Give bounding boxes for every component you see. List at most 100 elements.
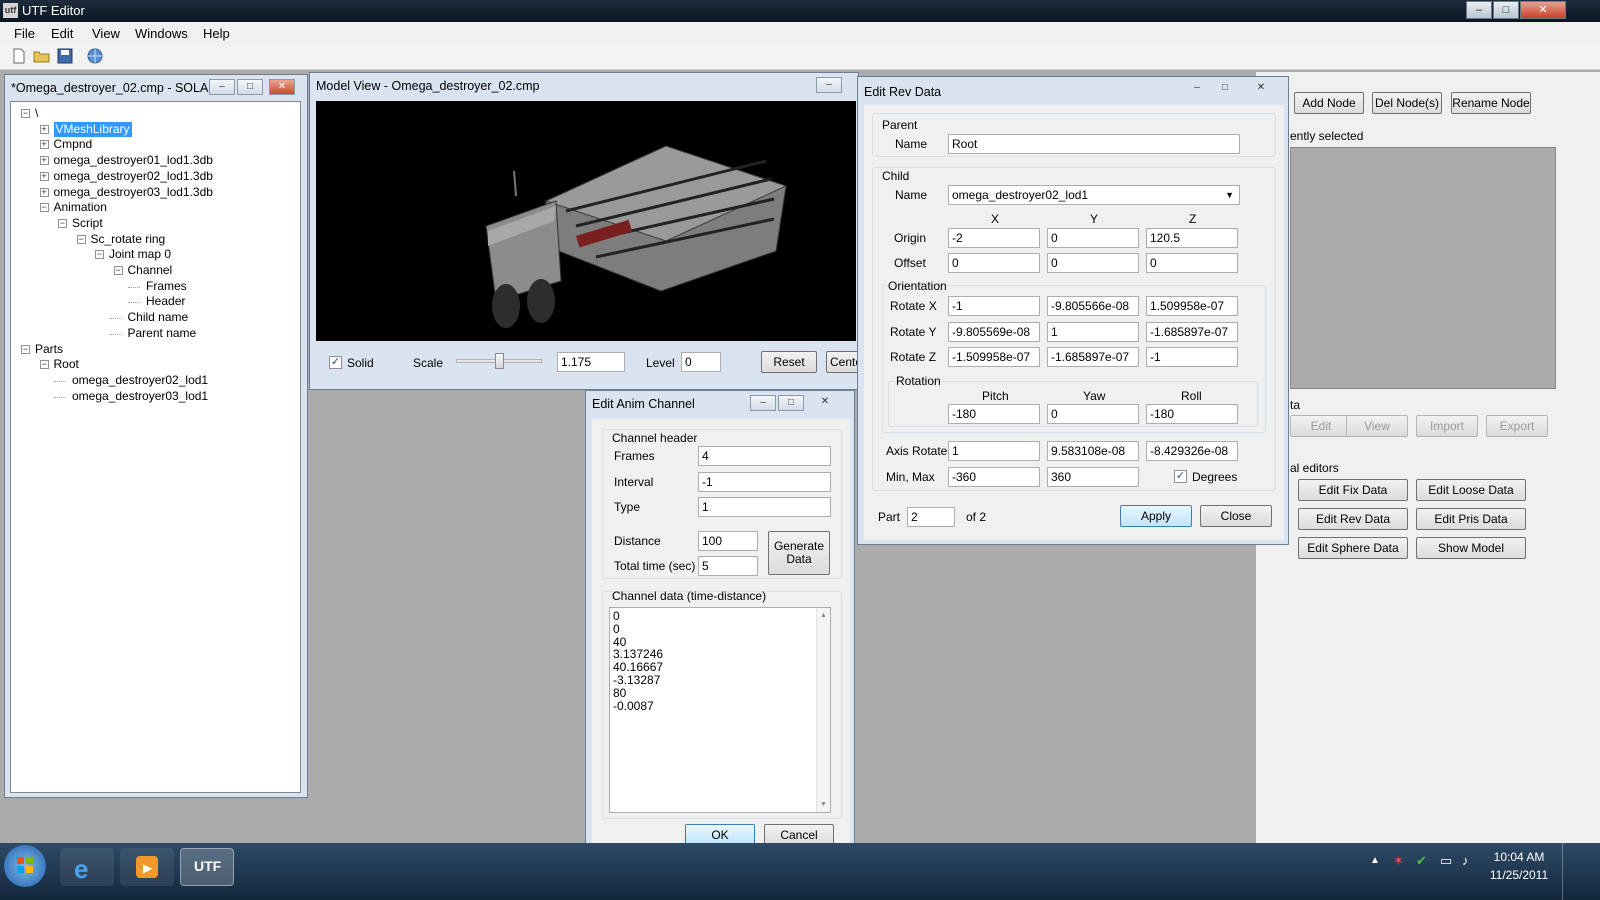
model-view-minimize-button[interactable]: –: [816, 77, 842, 93]
tree-maximize-button[interactable]: □: [237, 79, 263, 95]
utf-editor-taskbar-icon[interactable]: UTF: [180, 848, 234, 886]
rev-close-button[interactable]: ✕: [1248, 81, 1274, 97]
tree-node-label[interactable]: Channel: [128, 263, 173, 278]
anim-maximize-button[interactable]: □: [778, 395, 804, 411]
offset-x-field[interactable]: 0: [948, 253, 1040, 273]
tree-expander-icon[interactable]: −: [39, 360, 49, 370]
edit-pris-data-button[interactable]: Edit Pris Data: [1416, 508, 1526, 530]
tree-node-label[interactable]: Child name: [128, 310, 189, 325]
tree-expander-icon[interactable]: +: [39, 171, 49, 181]
maximize-button[interactable]: □: [1493, 1, 1519, 19]
menu-file[interactable]: File: [14, 26, 35, 41]
rev-close-dialog-button[interactable]: Close: [1200, 505, 1272, 527]
rotate-x-2-field[interactable]: 1.509958e-07: [1146, 296, 1238, 316]
tree-minimize-button[interactable]: –: [209, 79, 235, 95]
anim-minimize-button[interactable]: –: [750, 395, 776, 411]
tree-node-label[interactable]: Header: [146, 294, 185, 309]
tree-node-label[interactable]: Frames: [146, 279, 187, 294]
edit-sphere-data-button[interactable]: Edit Sphere Data: [1298, 537, 1408, 559]
offset-y-field[interactable]: 0: [1047, 253, 1139, 273]
yaw-field[interactable]: 0: [1047, 404, 1139, 424]
rotate-y-0-field[interactable]: -9.805569e-08: [948, 322, 1040, 342]
tree-expander-icon[interactable]: −: [76, 234, 86, 244]
tree-node-label[interactable]: Parent name: [128, 326, 197, 341]
tree-expander-icon[interactable]: −: [113, 266, 123, 275]
tree-node-label[interactable]: omega_destroyer01_lod1.3db: [54, 153, 213, 168]
clock[interactable]: 10:04 AM 11/25/2011: [1488, 850, 1550, 882]
rev-minimize-button[interactable]: –: [1184, 81, 1210, 97]
rev-maximize-button[interactable]: □: [1212, 81, 1238, 97]
import-button[interactable]: Import: [1416, 415, 1478, 437]
menu-help[interactable]: Help: [203, 26, 230, 41]
chevron-down-icon[interactable]: ▼: [1225, 188, 1234, 202]
tree-expander-icon[interactable]: −: [58, 218, 67, 228]
total-time-field[interactable]: 5: [698, 556, 758, 576]
globe-icon[interactable]: [86, 48, 104, 66]
add-node-button[interactable]: Add Node: [1294, 92, 1364, 114]
view-button[interactable]: View: [1346, 415, 1408, 437]
tree-expander-icon[interactable]: −: [21, 344, 30, 354]
origin-x-field[interactable]: -2: [948, 228, 1040, 248]
tree-expander-icon[interactable]: +: [39, 124, 49, 134]
volume-icon[interactable]: ♪: [1462, 853, 1469, 868]
scale-slider-thumb[interactable]: [495, 353, 504, 369]
edit-button[interactable]: Edit: [1290, 415, 1352, 437]
anim-close-button[interactable]: ✕: [812, 395, 838, 411]
start-button[interactable]: [4, 845, 46, 887]
ie-taskbar-icon[interactable]: e: [60, 848, 114, 886]
degrees-checkbox[interactable]: ✓: [1174, 470, 1187, 483]
origin-z-field[interactable]: 120.5: [1146, 228, 1238, 248]
tree-node-label[interactable]: Animation: [54, 200, 107, 215]
origin-y-field[interactable]: 0: [1047, 228, 1139, 248]
axis-rotate-x-field[interactable]: 1: [948, 441, 1040, 461]
edit-loose-data-button[interactable]: Edit Loose Data: [1416, 479, 1526, 501]
rotate-z-0-field[interactable]: -1.509958e-07: [948, 347, 1040, 367]
tree-node-label[interactable]: Root: [54, 357, 79, 372]
rotate-z-2-field[interactable]: -1: [1146, 347, 1238, 367]
show-model-button[interactable]: Show Model: [1416, 537, 1526, 559]
tree-node-label[interactable]: Sc_rotate ring: [91, 232, 166, 247]
save-icon[interactable]: [56, 48, 74, 66]
rotate-y-1-field[interactable]: 1: [1047, 322, 1139, 342]
rotate-x-0-field[interactable]: -1: [948, 296, 1040, 316]
scroll-up-icon[interactable]: ▲: [817, 612, 830, 619]
channel-data-textarea[interactable]: 0 0 40 3.137246 40.16667 -3.13287 80 -0.0087 ▲ …: [609, 607, 831, 813]
axis-rotate-z-field[interactable]: -8.429326e-08: [1146, 441, 1238, 461]
child-name-dropdown[interactable]: omega_destroyer02_lod1 ▼: [948, 185, 1240, 205]
tree-expander-icon[interactable]: −: [39, 203, 49, 213]
tree-expander-icon[interactable]: +: [39, 187, 49, 197]
media-player-taskbar-icon[interactable]: ▶: [120, 848, 174, 886]
roll-field[interactable]: -180: [1146, 404, 1238, 424]
tree-node-label[interactable]: VMeshLibrary: [53, 121, 132, 137]
solid-checkbox[interactable]: ✓: [329, 356, 342, 369]
scale-value-field[interactable]: 1.175: [557, 352, 625, 372]
offset-z-field[interactable]: 0: [1146, 253, 1238, 273]
tree-expander-icon[interactable]: −: [21, 109, 30, 118]
new-icon[interactable]: [10, 48, 28, 66]
rotate-z-1-field[interactable]: -1.685897e-07: [1047, 347, 1139, 367]
menu-view[interactable]: View: [92, 26, 120, 41]
tree-expander-icon[interactable]: +: [39, 140, 49, 150]
tree-node-label[interactable]: omega_destroyer02_lod1: [72, 373, 208, 388]
rotate-x-1-field[interactable]: -9.805566e-08: [1047, 296, 1139, 316]
axis-rotate-y-field[interactable]: 9.583108e-08: [1047, 441, 1139, 461]
part-spinner[interactable]: 2: [907, 507, 955, 527]
distance-field[interactable]: 100: [698, 531, 758, 551]
tree-node-label[interactable]: Cmpnd: [54, 137, 93, 152]
type-field[interactable]: 1: [698, 497, 831, 517]
tray-app-icon[interactable]: ✶: [1393, 853, 1404, 869]
tree-expander-icon[interactable]: −: [95, 250, 104, 260]
tree-node-label[interactable]: omega_destroyer03_lod1.3db: [54, 185, 213, 200]
reset-button[interactable]: Reset: [761, 351, 817, 373]
interval-field[interactable]: -1: [698, 472, 831, 492]
delete-node-button[interactable]: Del Node(s): [1372, 92, 1442, 114]
menu-edit[interactable]: Edit: [51, 26, 73, 41]
open-icon[interactable]: [33, 48, 51, 66]
export-button[interactable]: Export: [1486, 415, 1548, 437]
apply-button[interactable]: Apply: [1120, 505, 1192, 527]
pitch-field[interactable]: -180: [948, 404, 1040, 424]
rotate-y-2-field[interactable]: -1.685897e-07: [1146, 322, 1238, 342]
tree-node-label[interactable]: Parts: [35, 342, 63, 357]
generate-data-button[interactable]: Generate Data: [768, 531, 830, 575]
tree-node-label[interactable]: omega_destroyer02_lod1.3db: [54, 169, 213, 184]
